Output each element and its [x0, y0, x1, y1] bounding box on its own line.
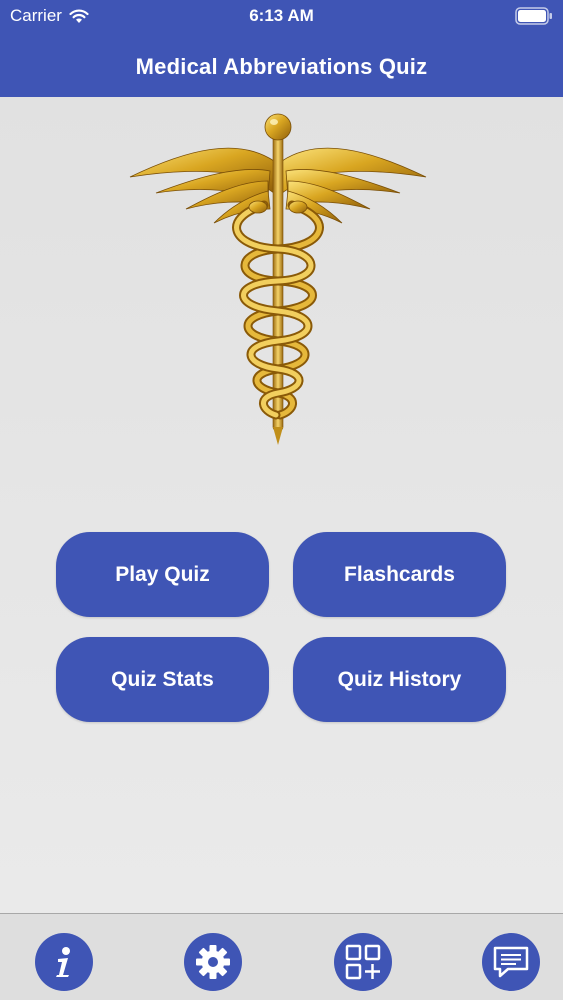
quiz-stats-button[interactable]: Quiz Stats: [56, 637, 269, 722]
settings-button[interactable]: [184, 933, 242, 991]
main-content: Play Quiz Flashcards Quiz Stats Quiz His…: [0, 97, 563, 913]
chat-message-icon: [493, 946, 529, 978]
caduceus-icon: [129, 113, 427, 445]
quiz-history-button[interactable]: Quiz History: [293, 637, 506, 722]
apps-grid-plus-icon: [345, 944, 381, 980]
clock: 6:13 AM: [249, 6, 314, 25]
play-quiz-button[interactable]: Play Quiz: [56, 532, 269, 617]
page-title: Medical Abbreviations Quiz: [135, 53, 428, 79]
more-apps-button[interactable]: [334, 933, 392, 991]
flashcards-button[interactable]: Flashcards: [293, 532, 506, 617]
info-button[interactable]: [35, 933, 93, 991]
battery-icon: [515, 7, 552, 25]
gear-icon: [196, 945, 230, 979]
feedback-button[interactable]: [482, 933, 540, 991]
navigation-bar: Medical Abbreviations Quiz: [0, 36, 563, 97]
info-icon: [56, 947, 70, 977]
status-bar: Carrier 6:13 AM: [0, 0, 563, 36]
bottom-toolbar: [0, 913, 563, 1000]
